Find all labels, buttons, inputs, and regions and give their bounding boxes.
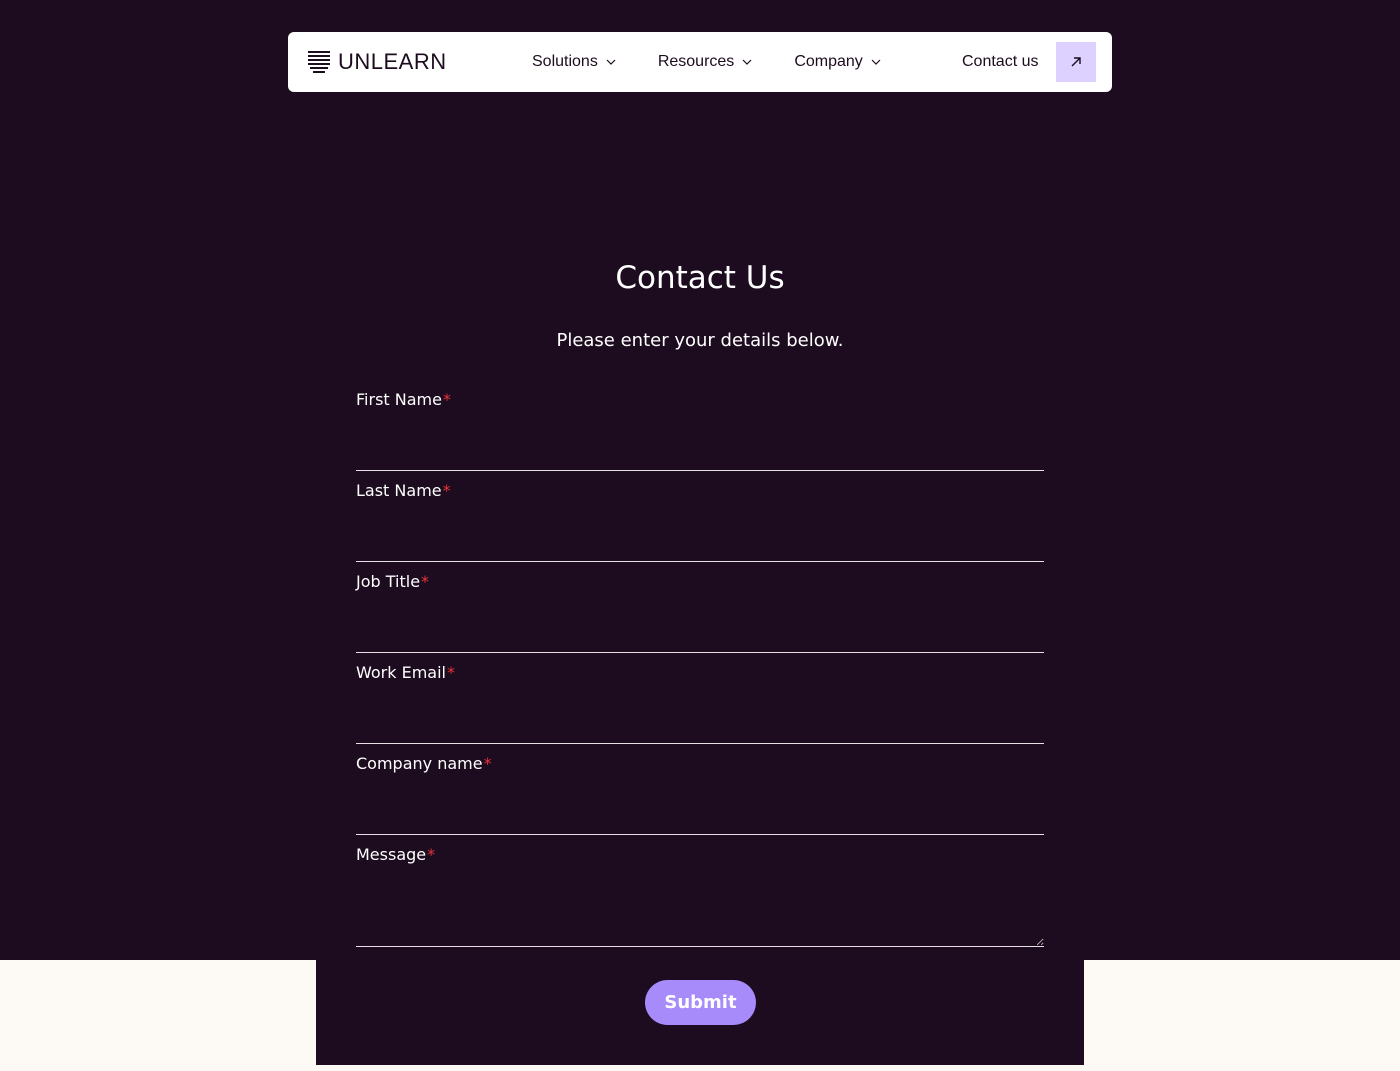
- nav-contact-link[interactable]: Contact us: [962, 32, 1038, 92]
- field-label-text: Last Name: [356, 481, 442, 500]
- chevron-down-icon: [742, 59, 752, 65]
- required-marker: *: [421, 572, 430, 591]
- field-label: First Name *: [356, 390, 1044, 410]
- company-name-input[interactable]: [356, 795, 1044, 835]
- nav-item-label: Solutions: [532, 53, 598, 70]
- chevron-down-icon: [871, 59, 881, 65]
- brand-logo[interactable]: UNLEARN: [308, 50, 447, 74]
- field-label: Job Title *: [356, 572, 1044, 592]
- required-marker: *: [442, 481, 451, 500]
- field-label: Last Name *: [356, 481, 1044, 501]
- field-label-text: Job Title: [356, 572, 421, 591]
- navbar: UNLEARN Solutions Resources Company Cont…: [288, 32, 1112, 92]
- field-company-name: Company name *: [356, 754, 1044, 835]
- last-name-input[interactable]: [356, 522, 1044, 562]
- job-title-input[interactable]: [356, 613, 1044, 653]
- field-first-name: First Name *: [356, 390, 1044, 471]
- field-label: Message *: [356, 845, 1044, 865]
- brand-name: UNLEARN: [338, 49, 447, 74]
- main-nav: Solutions Resources Company: [532, 32, 881, 92]
- chevron-down-icon: [606, 59, 616, 65]
- field-label-text: Message: [356, 845, 427, 864]
- field-job-title: Job Title *: [356, 572, 1044, 653]
- field-label-text: Company name: [356, 754, 483, 773]
- required-marker: *: [483, 754, 492, 773]
- nav-item-label: Company: [794, 53, 863, 70]
- field-label: Company name *: [356, 754, 1044, 774]
- message-textarea[interactable]: [356, 886, 1044, 947]
- required-marker: *: [447, 663, 455, 682]
- submit-button[interactable]: Submit: [645, 980, 756, 1025]
- field-work-email: Work Email *: [356, 663, 1044, 744]
- contact-arrow-button[interactable]: [1056, 42, 1096, 82]
- first-name-input[interactable]: [356, 431, 1044, 471]
- arrow-up-right-icon: [1071, 57, 1081, 67]
- nav-item-company[interactable]: Company: [794, 53, 881, 71]
- nav-item-label: Resources: [657, 53, 735, 70]
- field-label: Work Email *: [356, 663, 1044, 683]
- field-last-name: Last Name *: [356, 481, 1044, 562]
- nav-item-resources[interactable]: Resources: [658, 53, 752, 71]
- field-message: Message *: [356, 845, 1044, 947]
- unlearn-logo-icon: [308, 51, 330, 73]
- work-email-input[interactable]: [356, 704, 1044, 744]
- nav-item-solutions[interactable]: Solutions: [532, 53, 616, 71]
- field-label-text: Work Email: [356, 663, 446, 682]
- required-marker: *: [427, 845, 436, 864]
- required-marker: *: [442, 390, 451, 409]
- page-title: Contact Us: [615, 260, 785, 296]
- field-label-text: First Name: [356, 390, 442, 409]
- page-subtitle: Please enter your details below.: [556, 330, 844, 351]
